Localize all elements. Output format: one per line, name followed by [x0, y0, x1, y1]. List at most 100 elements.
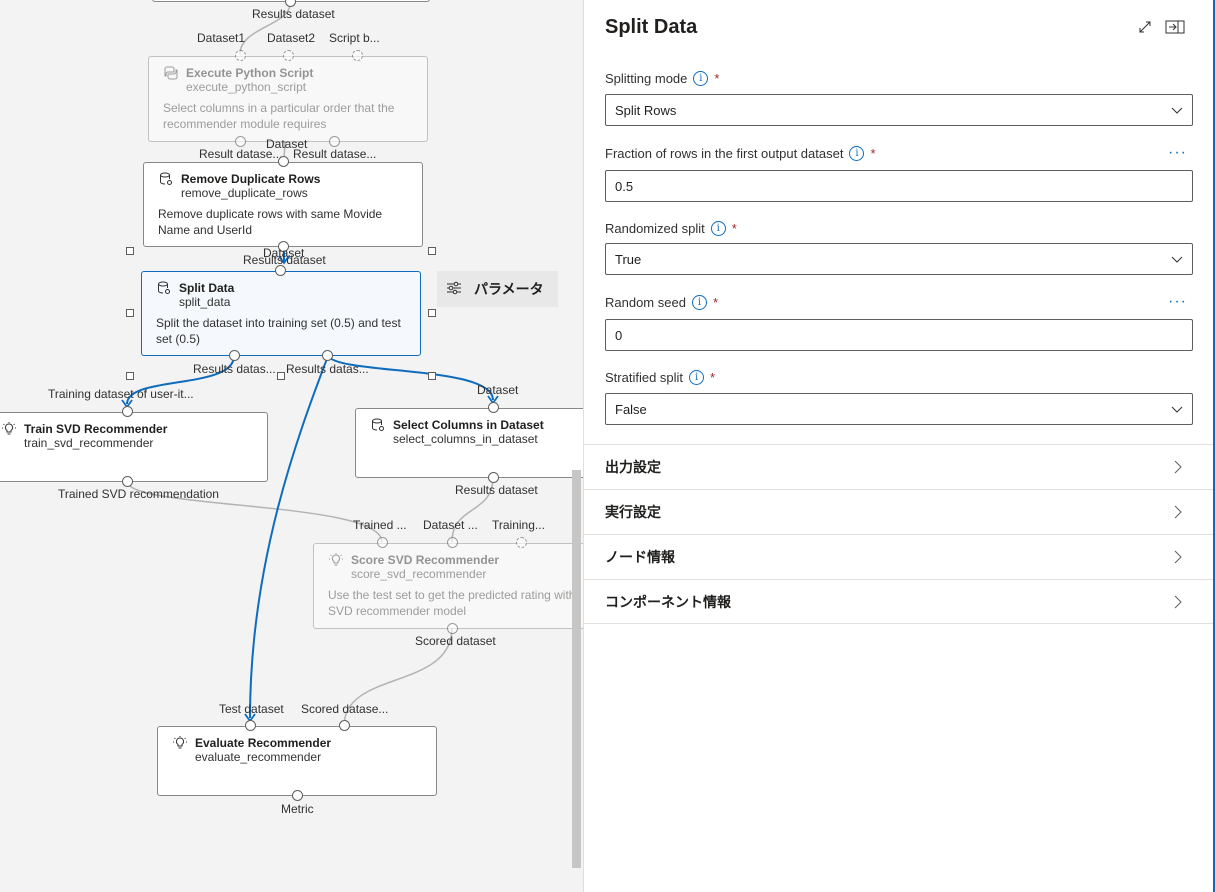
random-seed-input[interactable]: 0: [605, 319, 1193, 351]
port-in-evaluate-test[interactable]: [245, 720, 256, 731]
node-title: Execute Python Script: [186, 65, 314, 80]
stratified-split-dropdown[interactable]: False: [605, 393, 1193, 425]
fraction-input[interactable]: 0.5: [605, 170, 1193, 202]
info-icon[interactable]: i: [693, 71, 709, 86]
node-score-svd-recommender[interactable]: Score SVD Recommender score_svd_recommen…: [313, 543, 583, 629]
node-title: Remove Duplicate Rows: [181, 171, 321, 186]
port-out-split-1[interactable]: [229, 350, 240, 361]
port-in-score-trained[interactable]: [377, 537, 388, 548]
node-subtitle: evaluate_recommender: [195, 750, 322, 764]
port-in-script-bundle[interactable]: [352, 50, 363, 61]
chevron-right-icon: [1171, 504, 1185, 523]
port-label-script-bundle: Script b...: [329, 31, 380, 45]
port-label-results-datas-2: Results datas...: [286, 362, 369, 376]
port-label-metric: Metric: [281, 802, 314, 816]
parameter-chip[interactable]: パラメータ: [437, 271, 558, 307]
node-description: Select columns in a particular order tha…: [163, 101, 395, 131]
info-icon[interactable]: i: [689, 370, 705, 385]
port-label-dataset-score-in: Dataset ...: [423, 518, 478, 532]
edge-split-to-evaluate: [249, 355, 329, 719]
required-marker: *: [714, 71, 720, 86]
required-marker: *: [870, 146, 876, 161]
random-seed-label: Random seed i *: [605, 295, 719, 310]
port-in-evaluate-scored[interactable]: [339, 720, 350, 731]
node-description: Remove duplicate rows with same Movide N…: [158, 207, 383, 237]
port-in-score-training[interactable]: [516, 537, 527, 548]
canvas-scrollbar[interactable]: [572, 470, 581, 868]
node-description: Use the test set to get the predicted ra…: [328, 588, 576, 618]
pipeline-canvas[interactable]: Results dataset Dataset1 Dataset2 Script…: [0, 0, 583, 892]
port-label-results-dataset-rd: Results dataset: [243, 253, 326, 267]
resize-handle[interactable]: [126, 309, 134, 317]
port-in-split-dataset[interactable]: [275, 265, 286, 276]
resize-handle[interactable]: [277, 372, 285, 380]
port-label-scored-datase-in: Scored datase...: [301, 702, 389, 716]
info-icon[interactable]: i: [849, 146, 865, 161]
section-output-settings[interactable]: 出力設定: [584, 444, 1213, 489]
chevron-right-icon: [1171, 594, 1185, 613]
node-subtitle: remove_duplicate_rows: [181, 186, 308, 200]
chevron-down-icon: [1170, 402, 1184, 419]
section-node-info[interactable]: ノード情報: [584, 534, 1213, 579]
node-title: Train SVD Recommender: [24, 421, 168, 436]
more-options-button[interactable]: ···: [1168, 293, 1187, 311]
port-out-evaluate-metric[interactable]: [292, 790, 303, 801]
database-icon: [156, 280, 171, 295]
node-execute-python-script[interactable]: Execute Python Script execute_python_scr…: [148, 56, 428, 142]
required-marker: *: [712, 295, 719, 310]
port-out-train-model[interactable]: [122, 476, 133, 487]
port-in-select-dataset[interactable]: [488, 402, 499, 413]
resize-handle[interactable]: [428, 372, 436, 380]
port-in-remove-dataset[interactable]: [278, 156, 289, 167]
randomized-split-label: Randomized split i *: [605, 221, 737, 236]
port-label-dataset2: Dataset2: [267, 31, 316, 45]
port-out-score-scored[interactable]: [447, 623, 458, 634]
port-in-score-dataset[interactable]: [447, 537, 458, 548]
splitting-mode-dropdown[interactable]: Split Rows: [605, 94, 1193, 126]
port-in-dataset2[interactable]: [283, 50, 294, 61]
port-out-select-results[interactable]: [488, 472, 499, 483]
resize-handle[interactable]: [126, 372, 134, 380]
resize-handle[interactable]: [126, 247, 134, 255]
section-run-settings[interactable]: 実行設定: [584, 489, 1213, 534]
resize-handle[interactable]: [428, 309, 436, 317]
node-subtitle: split_data: [179, 295, 231, 309]
port-label-result-dataset-2: Result datase...: [293, 147, 377, 161]
node-title: Select Columns in Dataset: [393, 417, 544, 432]
fraction-label: Fraction of rows in the first output dat…: [605, 146, 876, 161]
randomized-split-dropdown[interactable]: True: [605, 243, 1193, 275]
port-out-split-2[interactable]: [322, 350, 333, 361]
info-icon[interactable]: i: [710, 221, 726, 236]
node-remove-duplicate-rows[interactable]: Remove Duplicate Rows remove_duplicate_r…: [143, 162, 423, 247]
port-label-dataset1: Dataset1: [197, 31, 246, 45]
port-label-trained-svd: Trained SVD recommendation: [58, 487, 219, 501]
port-in-train-dataset[interactable]: [122, 406, 133, 417]
port-out-result-2[interactable]: [329, 136, 340, 147]
collapse-panel-icon[interactable]: [1164, 17, 1186, 37]
required-marker: *: [710, 370, 716, 385]
section-component-info[interactable]: コンポーネント情報: [584, 579, 1213, 624]
port-label-test-dataset: Test dataset: [219, 702, 284, 716]
node-evaluate-recommender[interactable]: Evaluate Recommender evaluate_recommende…: [157, 726, 437, 796]
node-select-columns[interactable]: Select Columns in Dataset select_columns…: [355, 408, 583, 478]
node-subtitle: train_svd_recommender: [24, 436, 154, 450]
port-out-result-1[interactable]: [235, 136, 246, 147]
port-label-results-dataset-sc: Results dataset: [455, 483, 538, 497]
port-in-dataset1[interactable]: [235, 50, 246, 61]
port-label-results-dataset-top: Results dataset: [252, 7, 335, 21]
expand-icon[interactable]: [1134, 17, 1156, 37]
required-marker: *: [731, 221, 737, 236]
node-split-data[interactable]: Split Data split_data Split the dataset …: [141, 271, 421, 356]
chevron-right-icon: [1171, 459, 1185, 478]
node-train-svd-recommender[interactable]: Train SVD Recommender train_svd_recommen…: [0, 412, 268, 482]
resize-handle[interactable]: [428, 247, 436, 255]
chevron-down-icon: [1170, 103, 1184, 120]
chevron-right-icon: [1171, 549, 1185, 568]
node-subtitle: score_svd_recommender: [351, 567, 487, 581]
lightbulb-icon: [1, 421, 16, 436]
node-subtitle: execute_python_script: [186, 80, 307, 94]
lightbulb-icon: [172, 735, 187, 750]
more-options-button[interactable]: ···: [1168, 144, 1187, 162]
port-label-training-dataset: Training dataset of user-it...: [48, 387, 194, 401]
info-icon[interactable]: i: [691, 295, 707, 310]
